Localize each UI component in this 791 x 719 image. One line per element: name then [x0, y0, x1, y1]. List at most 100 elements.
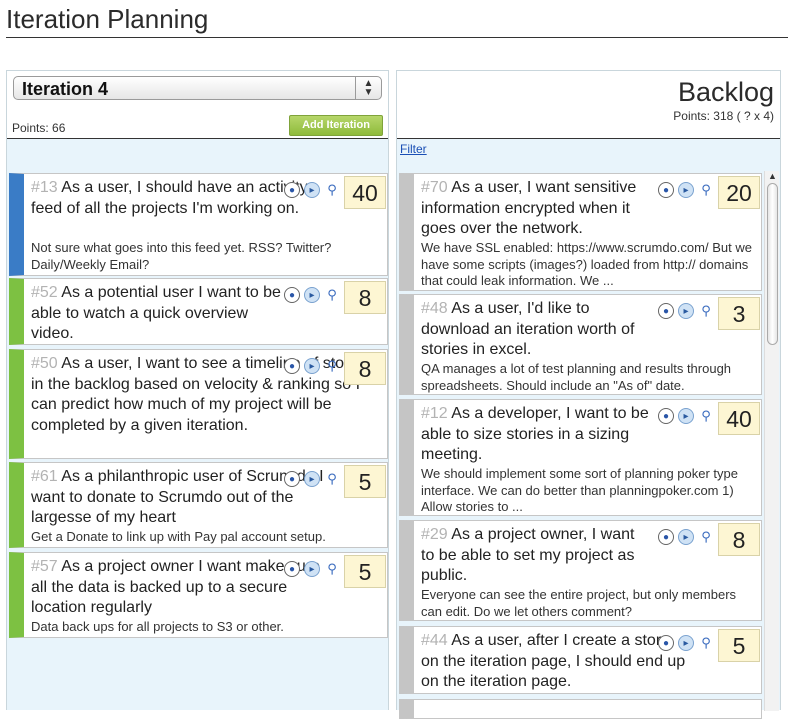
- play-icon[interactable]: ▸: [304, 561, 320, 577]
- magnifier-icon[interactable]: ⚲: [324, 561, 340, 577]
- story-detail: Everyone can see the entire project, but…: [421, 587, 737, 619]
- scroll-thumb[interactable]: [767, 183, 778, 345]
- story-detail: We have SSL enabled: https://www.scrumdo…: [421, 240, 752, 288]
- story-title: #48 As a user, I'd like to download an i…: [421, 300, 635, 358]
- eye-icon[interactable]: ●: [284, 182, 300, 198]
- story-points: 40: [344, 176, 386, 209]
- eye-icon[interactable]: ●: [284, 471, 300, 487]
- story-actions: ● ▸ ⚲: [658, 303, 714, 319]
- magnifier-icon[interactable]: ⚲: [698, 182, 714, 198]
- story-actions: ● ▸ ⚲: [658, 408, 714, 424]
- story-points: 5: [718, 629, 760, 662]
- story-card[interactable]: #50 As a user, I want to see a timeline …: [9, 349, 388, 459]
- play-icon[interactable]: ▸: [678, 408, 694, 424]
- story-actions: ● ▸ ⚲: [284, 358, 340, 374]
- eye-icon[interactable]: ●: [284, 561, 300, 577]
- story-actions: ● ▸ ⚲: [284, 561, 340, 577]
- story-points: 40: [718, 402, 760, 435]
- story-card[interactable]: #70 As a user, I want sensitive informat…: [399, 173, 762, 291]
- add-iteration-button[interactable]: Add Iteration: [289, 115, 383, 136]
- story-number: #12: [421, 405, 448, 422]
- story-points: 3: [718, 297, 760, 330]
- story-title: #12 As a developer, I want to be able to…: [421, 405, 649, 463]
- iteration-points: Points: 66: [12, 121, 66, 135]
- play-icon[interactable]: ▸: [678, 303, 694, 319]
- filter-link[interactable]: Filter: [400, 142, 427, 156]
- story-number: #48: [421, 300, 448, 317]
- story-points: 8: [344, 281, 386, 314]
- story-actions: ● ▸ ⚲: [658, 529, 714, 545]
- story-card[interactable]: #61 As a philanthropic user of Scrum do …: [9, 462, 388, 548]
- magnifier-icon[interactable]: ⚲: [698, 529, 714, 545]
- story-title: #52 As a potential user I want to be abl…: [31, 284, 281, 342]
- story-actions: ● ▸ ⚲: [658, 635, 714, 651]
- play-icon[interactable]: ▸: [304, 287, 320, 303]
- eye-icon[interactable]: ●: [658, 635, 674, 651]
- play-icon[interactable]: ▸: [678, 635, 694, 651]
- magnifier-icon[interactable]: ⚲: [698, 635, 714, 651]
- story-card[interactable]: #44 As a user, after I create a story on…: [399, 626, 762, 694]
- play-icon[interactable]: ▸: [304, 182, 320, 198]
- backlog-points: Points: 318 ( ? x 4): [673, 109, 774, 123]
- backlog-panel: Backlog Points: 318 ( ? x 4) Filter #70 …: [396, 70, 781, 719]
- story-points: 20: [718, 176, 760, 209]
- story-actions: ● ▸ ⚲: [284, 471, 340, 487]
- story-actions: ● ▸ ⚲: [284, 182, 340, 198]
- magnifier-icon[interactable]: ⚲: [324, 471, 340, 487]
- story-number: #44: [421, 632, 448, 649]
- story-number: #57: [31, 558, 58, 575]
- story-title: #70 As a user, I want sensitive informat…: [421, 179, 637, 237]
- story-actions: ● ▸ ⚲: [658, 182, 714, 198]
- magnifier-icon[interactable]: ⚲: [324, 358, 340, 374]
- story-card[interactable]: #29 As a project owner, I want to be abl…: [399, 520, 762, 621]
- eye-icon[interactable]: ●: [658, 408, 674, 424]
- iteration-header: Iteration 4 ▲ ▼ Points: 66 Add Iteration: [7, 71, 388, 139]
- play-icon[interactable]: ▸: [304, 471, 320, 487]
- story-card[interactable]: #12 As a developer, I want to be able to…: [399, 399, 762, 516]
- story-card[interactable]: #52 As a potential user I want to be abl…: [9, 278, 388, 345]
- page-title: Iteration Planning: [6, 4, 209, 34]
- eye-icon[interactable]: ●: [658, 529, 674, 545]
- story-card[interactable]: #13 As a user, I should have an activity…: [9, 173, 388, 276]
- story-card[interactable]: #57 As a project owner I want make sure …: [9, 552, 388, 638]
- iteration-select[interactable]: Iteration 4 ▲ ▼: [13, 76, 382, 100]
- iteration-select-value: Iteration 4: [22, 79, 109, 99]
- story-card[interactable]: #48 As a user, I'd like to download an i…: [399, 294, 762, 395]
- eye-icon[interactable]: ●: [658, 182, 674, 198]
- story-detail: Not sure what goes into this feed yet. R…: [31, 240, 332, 272]
- story-actions: ● ▸ ⚲: [284, 287, 340, 303]
- play-icon[interactable]: ▸: [678, 182, 694, 198]
- story-detail: Data back ups for all projects to S3 or …: [31, 619, 284, 634]
- backlog-title: Backlog: [677, 77, 774, 107]
- magnifier-icon[interactable]: ⚲: [698, 303, 714, 319]
- magnifier-icon[interactable]: ⚲: [698, 408, 714, 424]
- backlog-scrollbar[interactable]: ▲: [764, 171, 779, 711]
- story-detail: Get a Donate to link up with Pay pal acc…: [31, 529, 326, 544]
- eye-icon[interactable]: ●: [658, 303, 674, 319]
- select-arrows-icon: ▲ ▼: [355, 77, 381, 99]
- story-points: 8: [344, 352, 386, 385]
- story-number: #29: [421, 526, 448, 543]
- story-detail: QA manages a lot of test planning and re…: [421, 361, 732, 393]
- story-number: #61: [31, 468, 58, 485]
- story-card[interactable]: [399, 699, 762, 719]
- story-title: #44 As a user, after I create a story on…: [421, 632, 686, 690]
- eye-icon[interactable]: ●: [284, 358, 300, 374]
- play-icon[interactable]: ▸: [304, 358, 320, 374]
- title-divider: [6, 37, 788, 38]
- scroll-up-arrow-icon[interactable]: ▲: [768, 171, 777, 181]
- story-number: #50: [31, 355, 58, 372]
- story-points: 5: [344, 465, 386, 498]
- story-number: #52: [31, 284, 58, 301]
- story-points: 5: [344, 555, 386, 588]
- story-title: #29 As a project owner, I want to be abl…: [421, 526, 635, 584]
- magnifier-icon[interactable]: ⚲: [324, 182, 340, 198]
- iteration-panel: Iteration 4 ▲ ▼ Points: 66 Add Iteration …: [6, 70, 389, 710]
- play-icon[interactable]: ▸: [678, 529, 694, 545]
- story-number: #70: [421, 179, 448, 196]
- eye-icon[interactable]: ●: [284, 287, 300, 303]
- story-points: 8: [718, 523, 760, 556]
- magnifier-icon[interactable]: ⚲: [324, 287, 340, 303]
- story-number: #13: [31, 179, 58, 196]
- backlog-header: Backlog Points: 318 ( ? x 4): [397, 71, 780, 139]
